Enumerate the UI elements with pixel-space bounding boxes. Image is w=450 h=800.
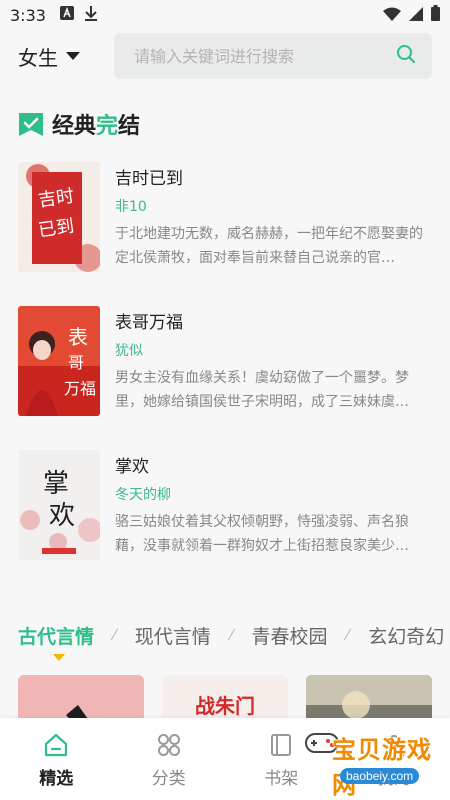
- svg-text:哥: 哥: [68, 353, 84, 372]
- tab-separator: /: [109, 627, 119, 643]
- status-bar: 3:33: [0, 0, 450, 30]
- search-bar[interactable]: [114, 33, 432, 79]
- tab-modern-romance[interactable]: 现代言情: [135, 622, 211, 649]
- search-icon[interactable]: [396, 44, 416, 68]
- watermark: 宝贝游戏网 baobeiy.com: [300, 720, 445, 799]
- bookshelf-icon: [271, 734, 292, 756]
- download-icon: [84, 5, 98, 25]
- search-input[interactable]: [134, 46, 396, 66]
- watermark-text: 宝贝游戏网: [332, 736, 432, 799]
- category-tabs: 古代言情 / 现代言情 / 青春校园 / 玄幻奇幻: [0, 610, 450, 660]
- svg-text:欢: 欢: [49, 501, 75, 531]
- tab-separator: /: [226, 627, 236, 643]
- watermark-url: baobeiy.com: [340, 768, 420, 784]
- categories-icon: [157, 734, 180, 756]
- svg-text:掌: 掌: [43, 469, 69, 499]
- tab-separator: /: [343, 627, 353, 643]
- tab-campus[interactable]: 青春校园: [251, 622, 327, 649]
- wifi-icon: [383, 6, 401, 25]
- nav-categories[interactable]: 分类: [113, 718, 226, 800]
- nav-featured[interactable]: 精选: [0, 718, 113, 800]
- signal-icon: [409, 6, 423, 25]
- section-title-b: 结: [118, 114, 141, 139]
- home-icon: [45, 733, 68, 757]
- status-time: 3:33: [10, 5, 46, 25]
- tab-ancient-romance[interactable]: 古代言情: [18, 622, 94, 649]
- book-author: 冬天的柳: [115, 487, 171, 503]
- svg-text:万福: 万福: [64, 379, 96, 398]
- book-cover[interactable]: 掌 欢: [18, 450, 100, 560]
- nav-label: 精选: [39, 769, 74, 789]
- book-title: 掌欢: [115, 457, 149, 477]
- section-title-a: 经典: [52, 114, 97, 139]
- bookmark-logo-icon: [19, 113, 43, 136]
- book-author: 犹似: [115, 343, 143, 359]
- section-title: 经典完结: [18, 108, 140, 140]
- caret-down-icon: [66, 52, 80, 60]
- active-tab-indicator: [53, 654, 65, 661]
- battery-icon: [431, 5, 440, 25]
- book-cover[interactable]: 表 哥 万福: [18, 306, 100, 416]
- gender-label: 女生: [18, 45, 58, 70]
- shelf-cover-text: 战朱门: [195, 694, 255, 718]
- top-bar: 女生: [0, 30, 450, 82]
- nav-label: 书架: [264, 769, 299, 789]
- book-description: 骆三姑娘仗着其父权倾朝野，恃强凌弱、声名狼藉，没事就领着一群狗奴才上街招惹良家美…: [115, 514, 409, 554]
- nav-label: 分类: [151, 769, 186, 789]
- book-item[interactable]: 表 哥 万福 表哥万福 犹似 男女主没有血缘关系！虞幼窈做了一个噩梦。梦里，她嫁…: [18, 306, 432, 416]
- book-description: 男女主没有血缘关系！虞幼窈做了一个噩梦。梦里，她嫁给镇国侯世子宋明昭，成了三妹妹…: [115, 370, 409, 410]
- section-title-accent: 完: [96, 114, 119, 139]
- gender-selector[interactable]: 女生: [18, 42, 114, 71]
- book-author: 非10: [115, 199, 147, 215]
- book-description: 于北地建功无数，威名赫赫，一把年纪不愿娶妻的定北侯萧牧，面对奉旨前来替自己说亲的…: [115, 226, 423, 266]
- book-item[interactable]: 吉时 已到 吉时已到 非10 于北地建功无数，威名赫赫，一把年纪不愿娶妻的定北侯…: [18, 162, 432, 272]
- book-title: 表哥万福: [115, 313, 183, 333]
- book-cover[interactable]: 吉时 已到: [18, 162, 100, 272]
- svg-text:表: 表: [68, 325, 88, 349]
- tab-fantasy[interactable]: 玄幻奇幻: [368, 622, 444, 649]
- book-title: 吉时已到: [115, 169, 183, 189]
- notification-a-icon: [59, 6, 74, 24]
- book-item[interactable]: 掌 欢 掌欢 冬天的柳 骆三姑娘仗着其父权倾朝野，恃强凌弱、声名狼藉，没事就领着…: [18, 450, 432, 560]
